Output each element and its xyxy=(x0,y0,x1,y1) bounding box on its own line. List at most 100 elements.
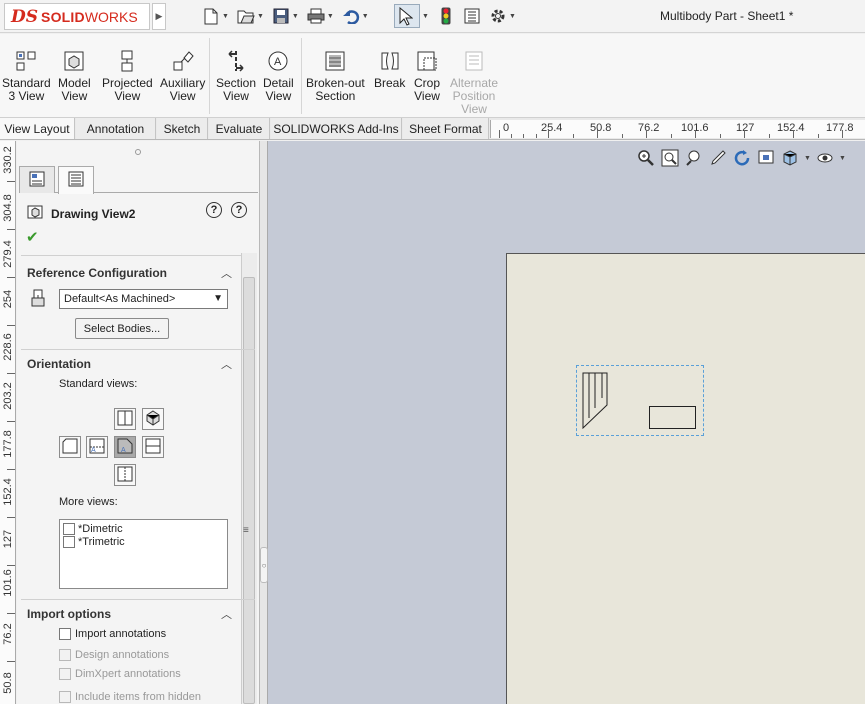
crop-view-button[interactable]: Crop View xyxy=(414,50,440,103)
vertical-ruler: 330.2 304.8 279.4 254 228.6 203.2 177.8 … xyxy=(0,141,16,704)
break-button[interactable]: Break xyxy=(374,50,405,90)
isometric-view-button[interactable] xyxy=(142,408,164,430)
new-document-icon[interactable] xyxy=(202,7,220,25)
tab-annotation[interactable]: Annotation xyxy=(76,118,156,139)
break-label: Break xyxy=(374,76,406,90)
tab-sheet-format[interactable]: Sheet Format xyxy=(403,118,489,139)
ruler-label: 177.8 xyxy=(2,430,14,458)
print-icon[interactable] xyxy=(307,7,325,25)
auxiliary-view-button[interactable]: Auxiliary View xyxy=(160,50,205,103)
ruler-label: 203.2 xyxy=(2,382,14,410)
ruler-tick xyxy=(7,517,15,518)
include-hidden-items-checkbox[interactable]: Include items from hidden xyxy=(59,691,201,703)
select-bodies-button[interactable]: Select Bodies... xyxy=(75,318,169,339)
projected-view-button[interactable]: Projected View xyxy=(102,50,153,103)
options-dropdown-icon[interactable]: ▼ xyxy=(509,13,516,20)
scrollbar-thumb[interactable] xyxy=(243,277,255,704)
checkbox[interactable] xyxy=(63,536,75,548)
checkbox[interactable] xyxy=(59,668,71,680)
open-dropdown-icon[interactable]: ▼ xyxy=(257,13,264,20)
panel-splitter[interactable] xyxy=(260,141,268,704)
list-item[interactable]: *Dimetric xyxy=(63,523,123,535)
options-gear-icon[interactable] xyxy=(489,7,507,25)
more-views-list[interactable]: *Dimetric *Trimetric xyxy=(59,519,228,589)
resize-grip-icon[interactable]: ≡ xyxy=(243,525,249,536)
ok-check-icon[interactable]: ✔ xyxy=(26,228,39,246)
solidworks-logo[interactable]: DS SOLID WORKS xyxy=(4,3,150,30)
previous-view-icon[interactable] xyxy=(684,148,704,168)
panel-grip-icon[interactable] xyxy=(135,149,141,155)
back-view-button[interactable] xyxy=(59,436,81,458)
crop-view-label: Crop View xyxy=(414,76,441,103)
tab-evaluate[interactable]: Evaluate xyxy=(209,118,270,139)
checkbox[interactable] xyxy=(63,523,75,535)
standard-3-view-icon xyxy=(15,50,37,72)
ruler-label: 152.4 xyxy=(777,122,805,134)
configuration-select[interactable]: Default<As Machined> ▼ xyxy=(59,289,228,309)
logo-text-rest: WORKS xyxy=(84,8,138,25)
zoom-to-fit-icon[interactable] xyxy=(636,148,656,168)
detail-view-button[interactable]: A Detail View xyxy=(263,50,294,103)
open-folder-icon[interactable] xyxy=(237,7,255,25)
display-style-dropdown-icon[interactable]: ▼ xyxy=(804,155,811,162)
front-view-icon: A xyxy=(117,438,133,457)
ruler-tick xyxy=(548,130,549,138)
front-view-button[interactable]: A xyxy=(114,436,136,458)
menu-expand-icon[interactable]: ▶ xyxy=(152,3,166,30)
rebuild-traffic-light-icon[interactable] xyxy=(437,7,455,25)
tab-solidworks-add-ins[interactable]: SOLIDWORKS Add-Ins xyxy=(271,118,402,139)
tab-sketch[interactable]: Sketch xyxy=(157,118,208,139)
collapse-chevron-icon[interactable]: ︿ xyxy=(221,356,232,372)
design-annotations-checkbox[interactable]: Design annotations xyxy=(59,649,169,661)
list-item[interactable]: *Trimetric xyxy=(63,536,125,548)
tab-property-manager[interactable] xyxy=(58,166,94,194)
checkbox[interactable] xyxy=(59,628,71,640)
help-button[interactable]: ? xyxy=(231,202,247,218)
undo-icon[interactable] xyxy=(342,7,360,25)
tab-feature-manager[interactable] xyxy=(19,166,55,193)
display-style-cube-icon[interactable] xyxy=(780,148,800,168)
collapse-chevron-icon[interactable]: ︿ xyxy=(221,606,232,622)
save-dropdown-icon[interactable]: ▼ xyxy=(292,13,299,20)
model-view-button[interactable]: Model View xyxy=(58,50,91,103)
import-annotations-checkbox[interactable]: Import annotations xyxy=(59,628,166,640)
tab-view-layout[interactable]: View Layout xyxy=(0,118,75,139)
hide-show-dropdown-icon[interactable]: ▼ xyxy=(839,155,846,162)
left-view-icon xyxy=(117,410,133,429)
detail-view-icon: A xyxy=(267,50,289,72)
print-dropdown-icon[interactable]: ▼ xyxy=(327,13,334,20)
property-list-icon xyxy=(68,171,84,190)
logo-text-bold: SOLID xyxy=(41,8,85,25)
ruler-tick xyxy=(818,134,819,138)
select-tool-button[interactable] xyxy=(394,4,420,28)
left-view-button[interactable] xyxy=(114,408,136,430)
panel-tabs xyxy=(19,166,258,194)
select-dropdown-icon[interactable]: ▼ xyxy=(422,13,429,20)
top-view-button[interactable] xyxy=(142,436,164,458)
section-view-button[interactable]: Section View xyxy=(216,50,256,103)
undo-dropdown-icon[interactable]: ▼ xyxy=(362,13,369,20)
right-view-button[interactable]: A xyxy=(86,436,108,458)
new-dropdown-icon[interactable]: ▼ xyxy=(222,13,229,20)
bottom-view-button[interactable] xyxy=(114,464,136,486)
drawing-view-icon xyxy=(27,203,45,224)
standard-3-view-button[interactable]: Standard 3 View xyxy=(2,50,51,103)
collapse-chevron-icon[interactable]: ︿ xyxy=(221,265,232,281)
ruler-label: 330.2 xyxy=(2,146,14,174)
zoom-to-area-icon[interactable] xyxy=(660,148,680,168)
checkbox[interactable] xyxy=(59,649,71,661)
file-properties-icon[interactable] xyxy=(463,7,481,25)
save-icon[interactable] xyxy=(272,7,290,25)
sketch-pen-icon[interactable] xyxy=(708,148,728,168)
rotate-view-icon[interactable] xyxy=(732,148,752,168)
alternate-position-view-button[interactable]: Alternate Position View xyxy=(450,50,498,116)
hide-show-items-icon[interactable] xyxy=(815,148,835,168)
broken-out-section-button[interactable]: Broken-out Section xyxy=(306,50,365,103)
view-orientation-icon[interactable] xyxy=(756,148,776,168)
checkbox-label: DimXpert annotations xyxy=(75,668,181,680)
checkbox[interactable] xyxy=(59,691,71,703)
splitter-grip-icon[interactable]: ○ xyxy=(260,547,268,583)
whats-wrong-help-button[interactable]: ? xyxy=(206,202,222,218)
dimxpert-annotations-checkbox[interactable]: DimXpert annotations xyxy=(59,668,181,680)
drawing-sheet[interactable] xyxy=(506,253,865,704)
